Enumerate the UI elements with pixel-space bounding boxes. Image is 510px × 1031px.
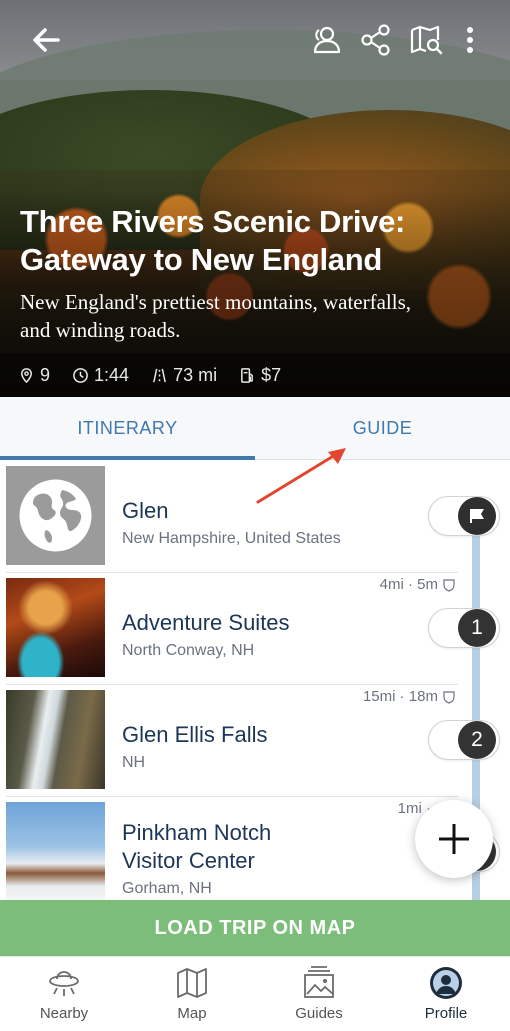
trip-stats: 9 1:44 73 mi $7 xyxy=(18,362,303,388)
trip-title-line1: Three Rivers Scenic Drive: xyxy=(20,204,406,239)
trip-subtitle-line1: New England's prettiest mountains, water… xyxy=(20,290,412,314)
back-arrow-icon[interactable] xyxy=(28,22,64,58)
share-icon[interactable] xyxy=(358,22,394,58)
list-item[interactable]: 15mi · 18m Glen Ellis Falls NH 2 xyxy=(0,685,510,797)
trip-title-line2: Gateway to New England xyxy=(20,242,383,277)
location-pin-icon xyxy=(21,367,32,383)
list-item[interactable]: Glen New Hampshire, United States xyxy=(0,461,510,573)
highway-shield-icon xyxy=(443,578,455,592)
fuel-icon xyxy=(241,367,254,383)
highway-shield-icon xyxy=(443,690,455,704)
nav-map[interactable]: Map xyxy=(128,957,256,1031)
stat-cost-value: $7 xyxy=(261,364,282,385)
stat-distance: 73 mi xyxy=(151,365,217,386)
stop-distance-text: 4mi · 5m xyxy=(379,576,438,593)
stop-distance-text: 15mi · 18m xyxy=(362,688,438,705)
trip-subtitle-line2: and winding roads. xyxy=(20,318,181,342)
clock-icon xyxy=(73,367,88,383)
ufo-icon xyxy=(49,971,79,996)
list-item[interactable]: 4mi · 5m Adventure Suites North Conway, … xyxy=(0,573,510,685)
stat-cost: $7 xyxy=(239,365,281,386)
stop-location: New Hampshire, United States xyxy=(122,530,341,547)
map-search-icon[interactable] xyxy=(408,22,444,58)
stop-thumbnail-pinkham-notch xyxy=(6,802,105,901)
stat-stops-value: 9 xyxy=(40,364,51,385)
stat-stops: 9 xyxy=(18,365,50,386)
stop-distance: 4mi · 5m xyxy=(380,576,456,593)
more-vertical-icon[interactable] xyxy=(452,22,488,58)
tab-guide[interactable]: GUIDE xyxy=(255,397,510,460)
nav-profile[interactable]: Profile xyxy=(382,957,510,1031)
nav-map-label: Map xyxy=(177,1005,207,1022)
collaborators-icon[interactable] xyxy=(308,22,344,58)
stop-name-line2: Visitor Center xyxy=(122,848,255,873)
stop-location: Gorham, NH xyxy=(122,880,212,897)
stop-name: Pinkham Notch Visitor Center xyxy=(122,819,271,875)
plus-icon xyxy=(439,824,469,854)
trip-subtitle: New England's prettiest mountains, water… xyxy=(20,288,490,344)
globe-icon xyxy=(19,479,92,552)
stop-name: Adventure Suites xyxy=(122,610,290,635)
map-icon xyxy=(177,968,207,998)
guides-icon xyxy=(304,966,334,998)
load-trip-on-map-button[interactable]: LOAD TRIP ON MAP xyxy=(0,900,510,956)
nav-nearby[interactable]: Nearby xyxy=(0,957,128,1031)
stop-name-line1: Pinkham Notch xyxy=(122,820,272,845)
stop-marker-number: 2 xyxy=(458,721,496,759)
stat-duration: 1:44 xyxy=(72,365,129,386)
tab-itinerary[interactable]: ITINERARY xyxy=(0,397,255,460)
stat-distance-value: 73 mi xyxy=(173,364,218,385)
stop-location: NH xyxy=(122,754,146,771)
stop-name: Glen Ellis Falls xyxy=(122,722,268,747)
stop-distance: 15mi · 18m xyxy=(363,688,456,705)
trip-title: Three Rivers Scenic Drive: Gateway to Ne… xyxy=(20,203,480,279)
add-stop-button[interactable] xyxy=(415,800,493,878)
flag-icon xyxy=(470,509,484,523)
stop-marker-flag xyxy=(458,497,496,535)
bottom-nav: Nearby Map Guides Profile xyxy=(0,956,510,1031)
stat-duration-value: 1:44 xyxy=(94,364,130,385)
stop-name: Glen xyxy=(122,498,169,523)
stop-thumbnail-glen-ellis-falls xyxy=(6,690,105,789)
nav-nearby-label: Nearby xyxy=(39,1005,89,1022)
stop-marker-number: 1 xyxy=(458,609,496,647)
profile-icon xyxy=(430,967,462,999)
stop-location: North Conway, NH xyxy=(122,642,255,659)
road-icon xyxy=(153,368,166,382)
top-bar xyxy=(0,16,510,66)
stop-thumbnail-adventure-suites xyxy=(6,578,105,677)
tab-bar: ITINERARY GUIDE xyxy=(0,397,510,460)
nav-guides-label: Guides xyxy=(295,1005,343,1022)
nav-profile-label: Profile xyxy=(424,1005,468,1022)
nav-guides[interactable]: Guides xyxy=(255,957,383,1031)
stop-thumbnail-globe xyxy=(6,466,105,565)
